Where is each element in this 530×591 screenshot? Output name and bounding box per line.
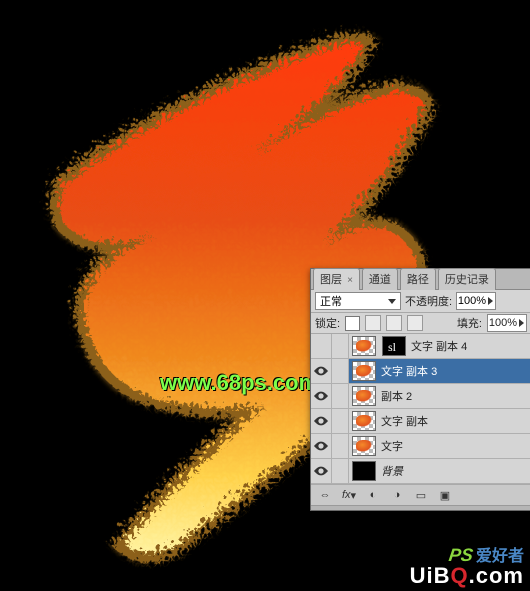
group-icon[interactable]: ▭: [413, 488, 429, 502]
lock-all-icon[interactable]: [407, 315, 423, 331]
eye-icon: [314, 391, 328, 401]
visibility-toggle[interactable]: [311, 359, 332, 383]
canvas-viewport: www.68ps.com PS 爱好者 UiBQ.com 图层 × 通道 路径 …: [0, 0, 530, 591]
layer-name[interactable]: 文字 副本 3: [379, 363, 530, 379]
layer-row[interactable]: 文字 副本: [311, 409, 530, 434]
mask-icon[interactable]: ◐: [365, 488, 381, 502]
brand-site-b: Q: [451, 563, 469, 588]
layer-name[interactable]: 文字 副本 4: [409, 338, 530, 354]
tab-paths[interactable]: 路径: [400, 268, 436, 290]
tab-channels[interactable]: 通道: [362, 268, 398, 290]
layer-row[interactable]: 文字: [311, 434, 530, 459]
panel-tabs: 图层 × 通道 路径 历史记录: [311, 269, 530, 290]
layer-row-background[interactable]: 背景: [311, 459, 530, 484]
layer-thumbnail[interactable]: [352, 461, 376, 481]
fill-input[interactable]: 100%: [487, 314, 527, 332]
layer-row[interactable]: sl 文字 副本 4: [311, 334, 530, 359]
visibility-toggle[interactable]: [311, 409, 332, 433]
close-icon[interactable]: ×: [347, 275, 353, 286]
brand-site-c: .com: [469, 563, 524, 588]
visibility-toggle[interactable]: [311, 459, 332, 483]
fx-icon[interactable]: fx▾: [341, 488, 357, 502]
chevron-right-icon: [488, 297, 493, 305]
tab-layers[interactable]: 图层 ×: [313, 268, 360, 290]
tab-label: 路径: [407, 274, 429, 286]
chevron-right-icon: [519, 319, 524, 327]
lock-label: 锁定:: [315, 315, 340, 331]
visibility-toggle[interactable]: [311, 334, 332, 358]
lock-fill-row: 锁定: 填充: 100%: [311, 313, 530, 334]
link-cell[interactable]: [332, 434, 349, 458]
layer-row[interactable]: 副本 2: [311, 384, 530, 409]
tab-history[interactable]: 历史记录: [438, 268, 496, 290]
visibility-toggle[interactable]: [311, 434, 332, 458]
layer-thumbnail[interactable]: [352, 361, 376, 381]
layer-thumbnail[interactable]: [352, 411, 376, 431]
layer-name[interactable]: 文字: [379, 438, 530, 454]
link-cell[interactable]: [332, 334, 349, 358]
opacity-input[interactable]: 100%: [456, 292, 496, 310]
new-icon[interactable]: ▣: [437, 488, 453, 502]
layer-row[interactable]: 文字 副本 3: [311, 359, 530, 384]
link-icon[interactable]: ⇔: [317, 488, 333, 502]
opacity-value: 100%: [458, 295, 486, 307]
chevron-down-icon: [388, 299, 396, 304]
watermark-text: www.68ps.com: [160, 370, 318, 396]
layers-panel: 图层 × 通道 路径 历史记录 正常 不透明度: 100% 锁定:: [310, 268, 530, 511]
tab-label: 通道: [369, 274, 391, 286]
panel-resize-grip[interactable]: [311, 505, 530, 510]
brand-ps: PS: [448, 546, 475, 564]
blend-opacity-row: 正常 不透明度: 100%: [311, 290, 530, 313]
adjust-icon[interactable]: ◑: [389, 488, 405, 502]
link-cell[interactable]: [332, 459, 349, 483]
brand-site: UiBQ.com: [410, 567, 524, 585]
tab-label: 历史记录: [445, 274, 489, 286]
fill-label: 填充:: [457, 315, 482, 331]
lock-pixels-icon[interactable]: [365, 315, 381, 331]
layer-mask-thumbnail[interactable]: sl: [382, 336, 406, 356]
layer-thumbnail[interactable]: [352, 336, 376, 356]
eye-icon: [314, 441, 328, 451]
link-cell[interactable]: [332, 359, 349, 383]
layer-thumbnail[interactable]: [352, 386, 376, 406]
link-cell[interactable]: [332, 384, 349, 408]
layer-name[interactable]: 副本 2: [379, 388, 530, 404]
blend-mode-select[interactable]: 正常: [315, 292, 401, 310]
eye-icon: [314, 416, 328, 426]
layer-name[interactable]: 文字 副本: [379, 413, 530, 429]
panel-footer: ⇔ fx▾ ◐ ◑ ▭ ▣: [311, 484, 530, 505]
lock-trans-checkbox[interactable]: [345, 316, 360, 331]
link-cell[interactable]: [332, 409, 349, 433]
layer-name[interactable]: 背景: [379, 463, 530, 479]
layer-thumbnail[interactable]: [352, 436, 376, 456]
visibility-toggle[interactable]: [311, 384, 332, 408]
opacity-label: 不透明度:: [405, 293, 452, 309]
layer-list: sl 文字 副本 4 文字 副本 3 副本 2 文字 副本: [311, 334, 530, 484]
brand-site-a: UiB: [410, 563, 451, 588]
fill-value: 100%: [489, 317, 517, 329]
blend-mode-value: 正常: [320, 293, 342, 309]
brand-footer: PS 爱好者 UiBQ.com: [410, 546, 524, 585]
lock-position-icon[interactable]: [386, 315, 402, 331]
eye-icon: [314, 466, 328, 476]
eye-icon: [314, 366, 328, 376]
tab-label: 图层: [320, 274, 342, 286]
